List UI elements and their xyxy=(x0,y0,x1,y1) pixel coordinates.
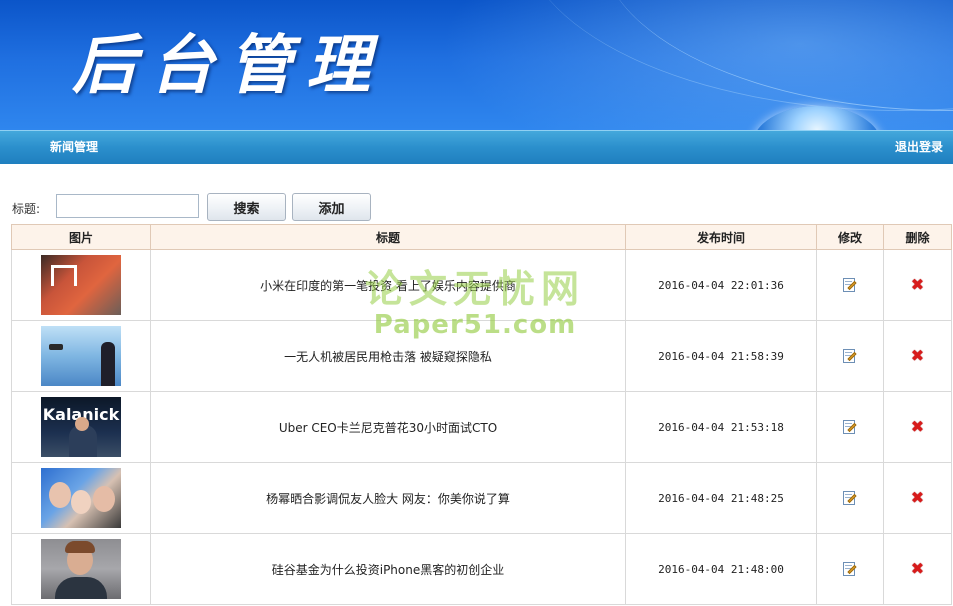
edit-cell xyxy=(816,320,884,392)
edit-cell xyxy=(816,462,884,534)
publish-time: 2016-04-04 21:48:25 xyxy=(625,462,817,534)
news-title: 硅谷基金为什么投资iPhone黑客的初创企业 xyxy=(150,533,626,605)
edit-icon[interactable] xyxy=(843,277,857,293)
drone-photo xyxy=(41,326,121,386)
thumb-cell: Kalanick xyxy=(11,391,151,463)
table-row: 硅谷基金为什么投资iPhone黑客的初创企业 2016-04-04 21:48:… xyxy=(11,533,952,605)
search-button[interactable]: 搜索 xyxy=(207,193,286,221)
edit-cell xyxy=(816,533,884,605)
xiaomi-photo xyxy=(41,255,121,315)
table-row: 一无人机被居民用枪击落 被疑窥探隐私 2016-04-04 21:58:39 ✖ xyxy=(11,320,952,392)
edit-icon[interactable] xyxy=(843,348,857,364)
thumb-cell xyxy=(11,320,151,392)
add-button[interactable]: 添加 xyxy=(292,193,371,221)
thumb-cell xyxy=(11,462,151,534)
edit-icon[interactable] xyxy=(843,490,857,506)
publish-time: 2016-04-04 21:53:18 xyxy=(625,391,817,463)
publish-time: 2016-04-04 21:58:39 xyxy=(625,320,817,392)
nav-bar: 新闻管理 退出登录 xyxy=(0,130,953,164)
column-header-edit: 修改 xyxy=(816,224,884,250)
delete-icon[interactable]: ✖ xyxy=(911,419,924,435)
delete-icon[interactable]: ✖ xyxy=(911,561,924,577)
delete-cell: ✖ xyxy=(883,320,952,392)
header-banner: 后台管理 xyxy=(0,0,953,130)
search-label: 标题: xyxy=(12,202,41,216)
publish-time: 2016-04-04 22:01:36 xyxy=(625,249,817,321)
delete-cell: ✖ xyxy=(883,462,952,534)
portrait-photo xyxy=(41,539,121,599)
thumb-cell xyxy=(11,249,151,321)
news-title: 一无人机被居民用枪击落 被疑窥探隐私 xyxy=(150,320,626,392)
column-header-time: 发布时间 xyxy=(625,224,817,250)
delete-cell: ✖ xyxy=(883,391,952,463)
edit-icon[interactable] xyxy=(843,561,857,577)
table-header-row: 图片 标题 发布时间 修改 删除 xyxy=(11,224,952,250)
column-header-delete: 删除 xyxy=(883,224,952,250)
delete-icon[interactable]: ✖ xyxy=(911,490,924,506)
news-title: 小米在印度的第一笔投资 看上了娱乐内容提供商 xyxy=(150,249,626,321)
uber-ceo-photo: Kalanick xyxy=(41,397,121,457)
page-title: 后台管理 xyxy=(72,28,384,103)
column-header-image: 图片 xyxy=(11,224,151,250)
title-search-input[interactable] xyxy=(56,194,199,218)
news-table: 图片 标题 发布时间 修改 删除 小米在印度的第一笔投资 看上了娱乐内容提供商 … xyxy=(11,224,952,605)
delete-icon[interactable]: ✖ xyxy=(911,277,924,293)
delete-cell: ✖ xyxy=(883,249,952,321)
delete-icon[interactable]: ✖ xyxy=(911,348,924,364)
thumb-cell xyxy=(11,533,151,605)
column-header-title: 标题 xyxy=(150,224,626,250)
edit-icon[interactable] xyxy=(843,419,857,435)
logout-link[interactable]: 退出登录 xyxy=(895,131,943,164)
table-row: Kalanick Uber CEO卡兰尼克普花30小时面试CTO 2016-04… xyxy=(11,391,952,463)
table-row: 杨幂晒合影调侃友人脸大 网友：你美你说了算 2016-04-04 21:48:2… xyxy=(11,462,952,534)
delete-cell: ✖ xyxy=(883,533,952,605)
publish-time: 2016-04-04 21:48:00 xyxy=(625,533,817,605)
table-row: 小米在印度的第一笔投资 看上了娱乐内容提供商 2016-04-04 22:01:… xyxy=(11,249,952,321)
edit-cell xyxy=(816,249,884,321)
nav-news-management[interactable]: 新闻管理 xyxy=(50,131,98,164)
edit-cell xyxy=(816,391,884,463)
group-selfie-photo xyxy=(41,468,121,528)
news-title: Uber CEO卡兰尼克普花30小时面试CTO xyxy=(150,391,626,463)
news-title: 杨幂晒合影调侃友人脸大 网友：你美你说了算 xyxy=(150,462,626,534)
